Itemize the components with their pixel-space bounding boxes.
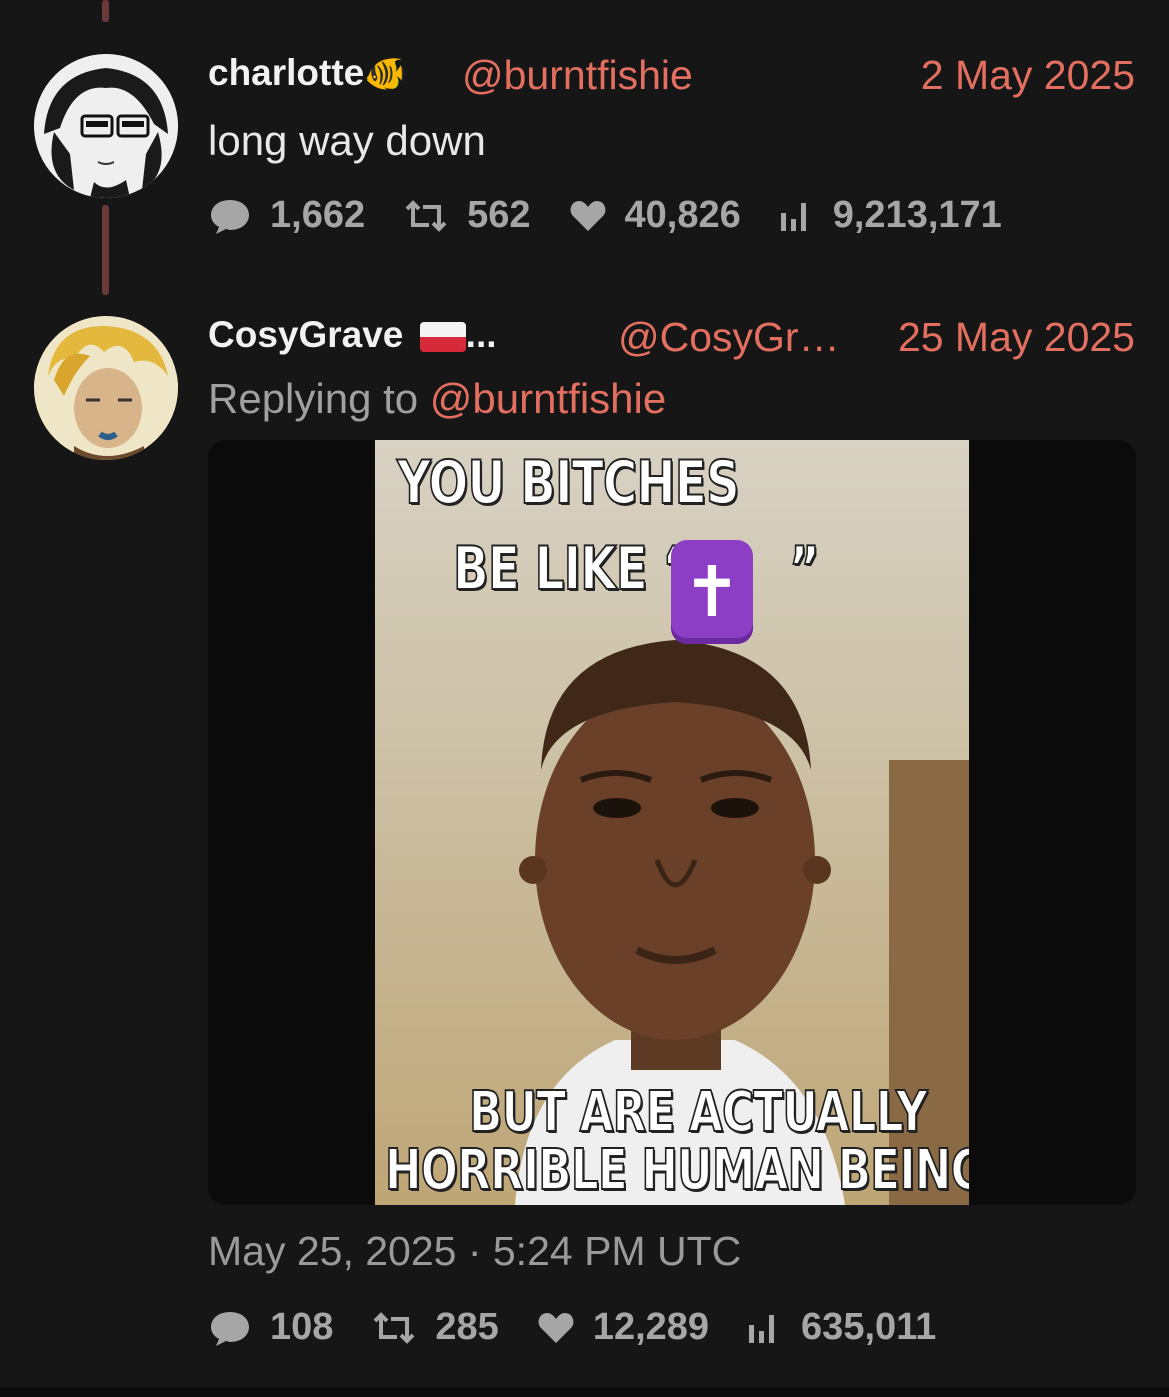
tweet-stats: 108 285 12,289 635,011	[208, 1306, 974, 1349]
retweet-count: 562	[467, 194, 531, 236]
like-button[interactable]: 40,826	[569, 194, 741, 237]
tweet-timestamp[interactable]: May 25, 2025 · 5:24 PM UTC	[208, 1228, 741, 1275]
avatar[interactable]	[34, 316, 178, 460]
like-count: 12,289	[592, 1306, 710, 1348]
avatar[interactable]	[34, 54, 178, 198]
reply-count: 1,662	[270, 194, 366, 236]
reply-context: Replying to @burntfishie	[208, 375, 666, 423]
name-ellipsis: ...	[465, 314, 497, 355]
like-count: 40,826	[624, 194, 741, 236]
retweet-count: 285	[435, 1306, 499, 1348]
poland-flag-icon	[419, 322, 466, 353]
reply-prefix: Replying to	[208, 375, 430, 422]
handle[interactable]: @burntfishie	[462, 52, 693, 99]
thread-line-connector	[102, 205, 109, 295]
views-icon	[780, 202, 806, 231]
handle[interactable]: @CosyGr…	[618, 314, 840, 361]
meme-caption-top-1: YOU BITCHES	[396, 447, 740, 519]
cross-emoji-icon: ✝	[671, 540, 753, 644]
meme-caption-top-quote: ”	[788, 533, 820, 605]
view-count: 9,213,171	[832, 194, 1002, 236]
heart-icon	[570, 200, 605, 231]
reply-count: 108	[270, 1306, 334, 1348]
tweet-text: long way down	[208, 117, 486, 164]
retweet-icon	[373, 1311, 415, 1344]
display-name-text: charlotte	[208, 52, 365, 93]
date[interactable]: 25 May 2025	[898, 314, 1135, 361]
views-button[interactable]: 635,011	[747, 1306, 936, 1349]
meme-image[interactable]: YOU BITCHES BE LIKE “ ✝ ” BUT ARE ACTUAL…	[375, 440, 969, 1205]
reply-button[interactable]: 108	[208, 1306, 333, 1349]
display-name[interactable]: CosyGrave ...	[208, 314, 497, 356]
meme-caption-top-2: BE LIKE “	[452, 533, 694, 605]
meme-caption-bottom-1: BUT ARE ACTUALLY	[468, 1079, 928, 1146]
retweet-icon	[405, 199, 447, 232]
heart-icon	[538, 1312, 574, 1343]
date[interactable]: 2 May 2025	[921, 52, 1135, 99]
tweet-stats: 1,662 562 40,826 9,213,171	[208, 194, 1040, 237]
media-frame[interactable]: YOU BITCHES BE LIKE “ ✝ ” BUT ARE ACTUAL…	[208, 440, 1136, 1205]
retweet-button[interactable]: 285	[371, 1306, 499, 1349]
views-icon	[749, 1314, 775, 1343]
avatar-charlotte-icon	[34, 54, 178, 198]
reply-icon	[211, 199, 249, 234]
display-name[interactable]: charlotte🐠	[208, 52, 407, 94]
retweet-button[interactable]: 562	[403, 194, 531, 237]
meme-caption-bottom-2: HORRIBLE HUMAN BEINGS	[384, 1137, 969, 1204]
like-button[interactable]: 12,289	[537, 1306, 709, 1349]
reply-button[interactable]: 1,662	[208, 194, 365, 237]
bottom-divider	[0, 1387, 1169, 1397]
reply-handle-link[interactable]: @burntfishie	[430, 375, 666, 422]
thread-line-top	[102, 0, 109, 22]
display-name-text: CosyGrave	[208, 314, 404, 355]
reply-icon	[211, 1311, 249, 1346]
fish-emoji-icon: 🐠	[364, 55, 407, 93]
avatar-cosygrave-icon	[34, 316, 178, 460]
views-button[interactable]: 9,213,171	[779, 194, 1002, 237]
view-count: 635,011	[801, 1306, 937, 1348]
